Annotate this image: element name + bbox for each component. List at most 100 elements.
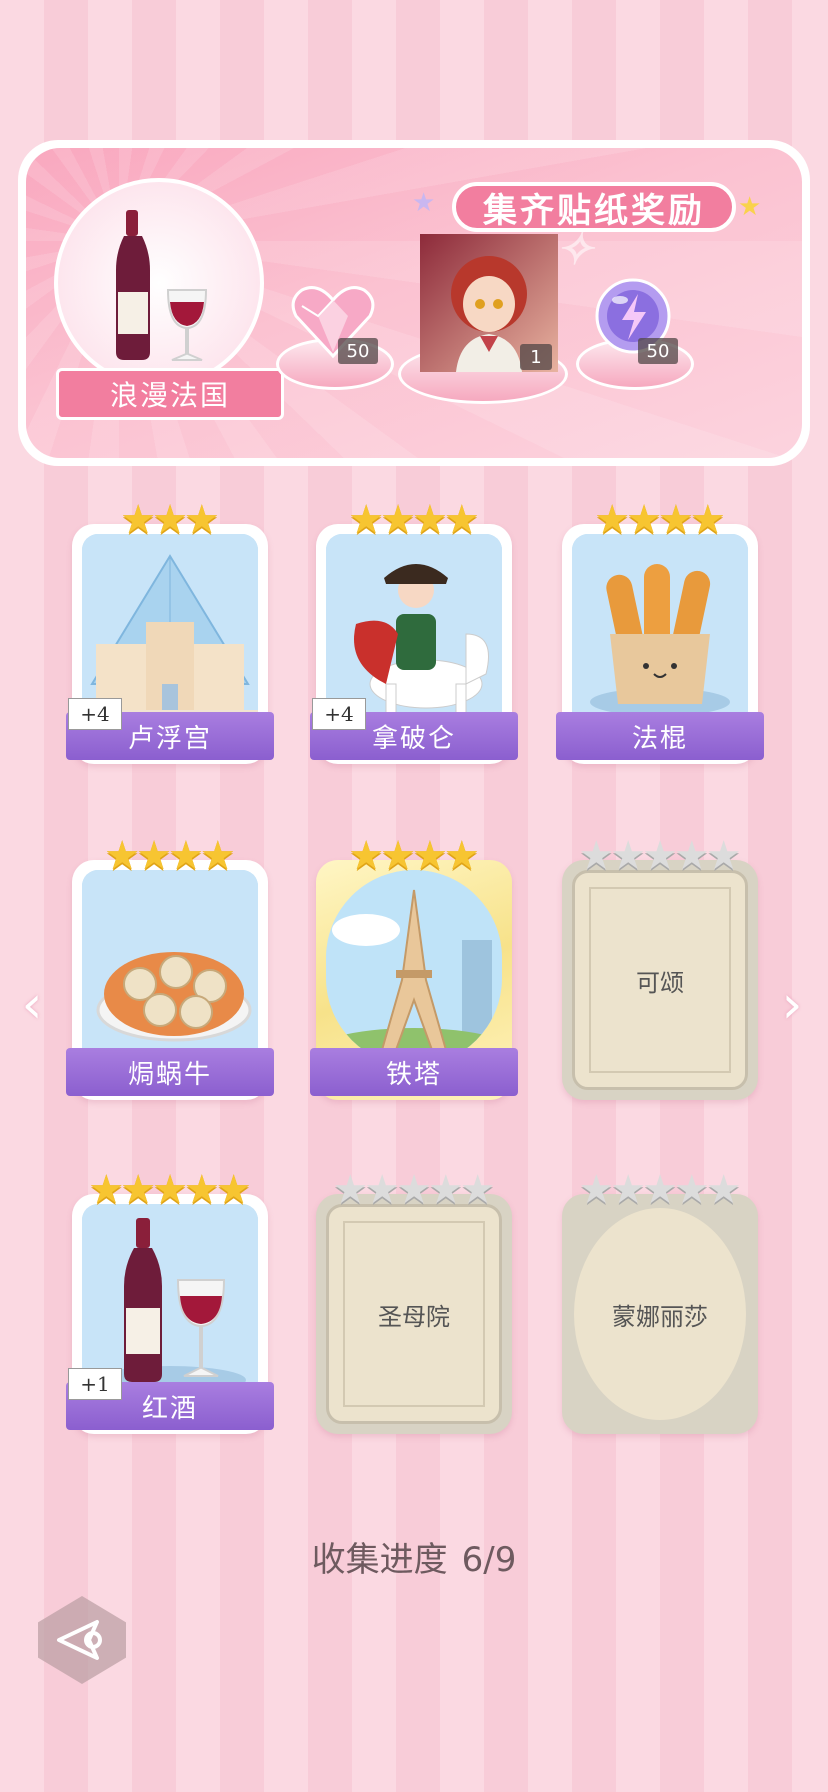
card-frame: 蒙娜丽莎 — [562, 1194, 758, 1434]
card-frame: 焗蜗牛 — [66, 860, 274, 1100]
gold-star-icon: ★ — [412, 497, 448, 543]
duplicate-count-tag: +4 — [68, 698, 122, 730]
sticker-card[interactable]: 红酒 +1 ★ ★ ★ ★ ★ — [66, 1164, 274, 1434]
card-frame: 法棍 — [556, 524, 764, 764]
card-frame: 可颂 — [562, 860, 758, 1100]
gold-star-icon: ★ — [626, 497, 662, 543]
locked-card-placeholder: 可颂 — [572, 870, 748, 1090]
duplicate-count-tag: +4 — [312, 698, 366, 730]
gold-star-icon: ★ — [152, 497, 188, 543]
gold-star-icon: ★ — [168, 833, 204, 879]
silver-star-icon: ★ — [427, 1167, 464, 1213]
progress-value: 6/9 — [461, 1540, 517, 1580]
star-rating: ★ ★ ★ — [72, 494, 268, 540]
silver-star-icon: ★ — [705, 833, 742, 879]
locked-card-name: 蒙娜丽莎 — [574, 1208, 746, 1420]
gold-star-icon: ★ — [443, 833, 480, 879]
star-rating: ★ ★ ★ ★ — [562, 494, 758, 540]
theme-badge — [54, 178, 264, 388]
sticker-reward-banner: ✧ ★ ★ 集齐贴纸奖励 浪漫法国 50 1 50 — [18, 140, 810, 466]
reward-orb[interactable]: 50 — [588, 276, 678, 366]
star-rating: ★ ★ ★ ★ — [316, 494, 512, 540]
next-page-arrow-icon[interactable]: › — [772, 975, 812, 1035]
silver-star-icon: ★ — [459, 1167, 496, 1213]
duplicate-count-tag: +1 — [68, 1368, 122, 1400]
star-rating: ★ ★ ★ ★ ★ — [562, 1164, 758, 1210]
gold-star-icon: ★ — [183, 497, 220, 543]
gold-star-icon: ★ — [348, 497, 385, 543]
gold-star-icon: ★ — [136, 833, 172, 879]
sticker-card[interactable]: 可颂 ★ ★ ★ ★ ★ — [562, 830, 758, 1100]
sticker-card[interactable]: 卢浮宫 +4 ★ ★ ★ — [66, 494, 274, 764]
silver-star-icon: ★ — [642, 833, 678, 879]
silver-star-icon: ★ — [578, 1167, 615, 1213]
gold-star-icon: ★ — [104, 833, 141, 879]
yellow-star-icon: ★ — [738, 192, 762, 222]
silver-star-icon: ★ — [642, 1167, 678, 1213]
locked-card-name: 圣母院 — [378, 1302, 450, 1331]
reward-count: 50 — [338, 338, 378, 364]
purple-star-icon: ★ — [412, 188, 436, 218]
sticker-card[interactable]: 圣母院 ★ ★ ★ ★ ★ — [316, 1164, 512, 1434]
silver-star-icon: ★ — [673, 1167, 710, 1213]
card-art-escargot — [82, 870, 258, 1066]
gold-star-icon: ★ — [658, 497, 694, 543]
star-rating: ★ ★ ★ ★ ★ — [316, 1164, 512, 1210]
card-name-label: 铁塔 — [310, 1048, 518, 1096]
silver-star-icon: ★ — [578, 833, 615, 879]
wine-bottle-icon — [116, 210, 208, 361]
collection-progress: 收集进度 6/9 — [0, 1532, 828, 1581]
gold-star-icon: ★ — [594, 497, 631, 543]
reward-count: 50 — [638, 338, 678, 364]
silver-star-icon: ★ — [396, 1167, 432, 1213]
card-frame: 卢浮宫 +4 — [66, 524, 274, 764]
silver-star-icon: ★ — [705, 1167, 742, 1213]
gold-star-icon: ★ — [380, 497, 416, 543]
gold-star-icon: ★ — [88, 1167, 125, 1213]
silver-star-icon: ★ — [364, 1167, 401, 1213]
silver-star-icon: ★ — [610, 1167, 647, 1213]
sticker-card[interactable]: 拿破仑 +4 ★ ★ ★ ★ — [310, 494, 518, 764]
reward-gem[interactable]: 50 — [288, 276, 378, 366]
prev-page-arrow-icon[interactable]: ‹ — [12, 975, 52, 1035]
sticker-card[interactable]: 蒙娜丽莎 ★ ★ ★ ★ ★ — [562, 1164, 758, 1434]
star-rating: ★ ★ ★ ★ — [72, 830, 268, 876]
gold-star-icon: ★ — [183, 1167, 220, 1213]
card-frame: 圣母院 — [316, 1194, 512, 1434]
banner-title: 集齐贴纸奖励 — [452, 182, 736, 232]
theme-ribbon: 浪漫法国 — [56, 368, 284, 420]
sticker-card[interactable]: 铁塔 ★ ★ ★ ★ — [310, 830, 518, 1100]
gold-star-icon: ★ — [689, 497, 726, 543]
gold-star-icon: ★ — [152, 1167, 188, 1213]
gold-star-icon: ★ — [120, 1167, 157, 1213]
star-rating: ★ ★ ★ ★ — [316, 830, 512, 876]
locked-card-placeholder: 圣母院 — [326, 1204, 502, 1424]
card-frame: 铁塔 — [310, 860, 518, 1100]
card-art-baguette — [572, 534, 748, 730]
silver-star-icon: ★ — [332, 1167, 369, 1213]
back-arrow-icon — [57, 1620, 102, 1660]
gold-star-icon: ★ — [380, 833, 416, 879]
card-name-label: 法棍 — [556, 712, 764, 760]
silver-star-icon: ★ — [673, 833, 710, 879]
gold-star-icon: ★ — [443, 497, 480, 543]
sticker-card[interactable]: 法棍 ★ ★ ★ ★ — [556, 494, 764, 764]
gold-star-icon: ★ — [412, 833, 448, 879]
card-frame: 红酒 +1 — [66, 1194, 274, 1434]
progress-label: 收集进度 — [311, 1540, 448, 1580]
star-rating: ★ ★ ★ ★ ★ — [562, 830, 758, 876]
card-art-eiffel — [326, 870, 502, 1066]
gold-star-icon: ★ — [120, 497, 157, 543]
card-frame: 拿破仑 +4 — [310, 524, 518, 764]
banner-background: ✧ ★ ★ 集齐贴纸奖励 浪漫法国 50 1 50 — [26, 148, 802, 458]
gold-star-icon: ★ — [199, 833, 236, 879]
reward-count: 1 — [520, 344, 552, 370]
back-button[interactable] — [38, 1596, 126, 1684]
sticker-card[interactable]: 焗蜗牛 ★ ★ ★ ★ — [66, 830, 274, 1100]
gold-star-icon: ★ — [215, 1167, 252, 1213]
card-name-label: 焗蜗牛 — [66, 1048, 274, 1096]
star-rating: ★ ★ ★ ★ ★ — [72, 1164, 268, 1210]
silver-star-icon: ★ — [610, 833, 647, 879]
reward-portrait[interactable]: 1 — [420, 234, 558, 372]
locked-card-name: 可颂 — [636, 968, 684, 997]
